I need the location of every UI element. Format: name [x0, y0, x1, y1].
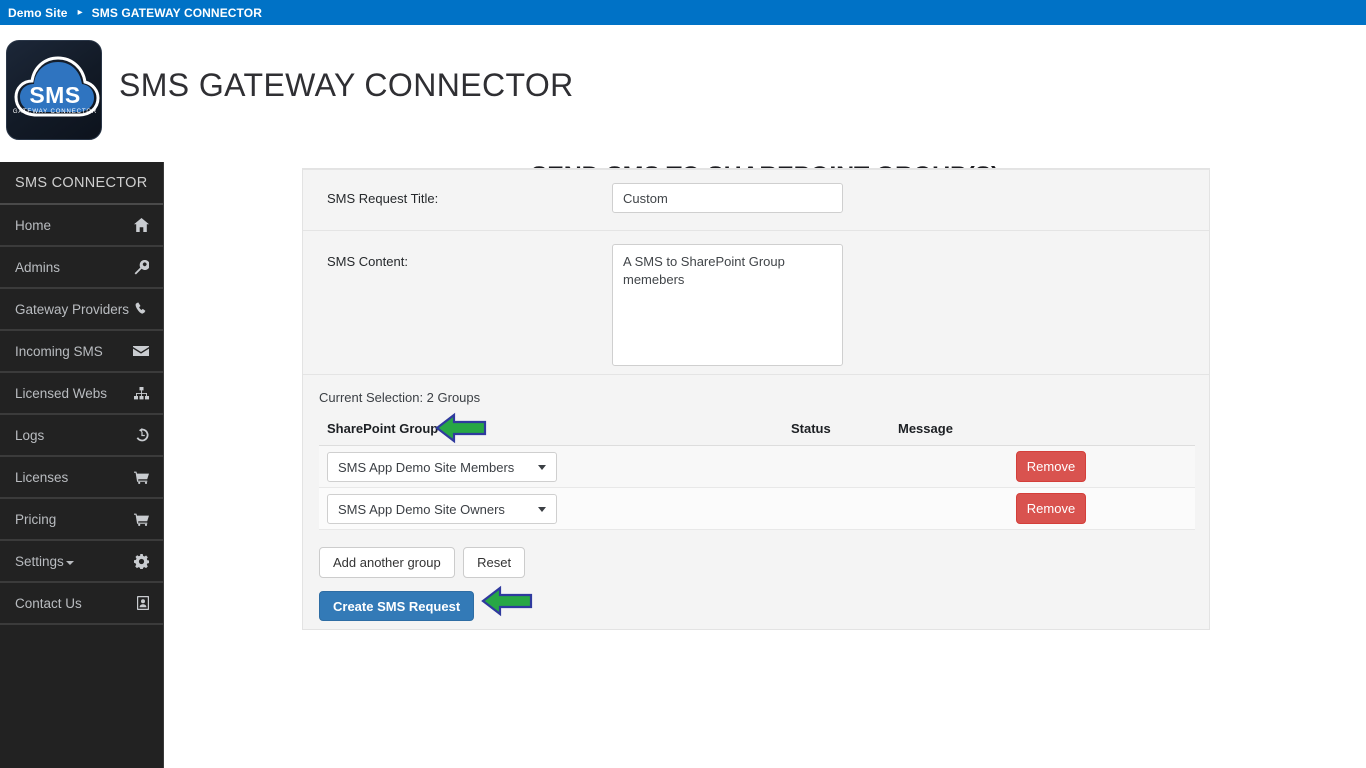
chevron-right-icon: ▸: [77, 6, 83, 18]
group-select-dropdown[interactable]: SMS App Demo Site Members: [327, 452, 557, 482]
sms-content-label: SMS Content:: [327, 254, 408, 269]
svg-text:GATEWAY CONNECTOR: GATEWAY CONNECTOR: [13, 109, 97, 115]
sms-cloud-logo[interactable]: SMS GATEWAY CONNECTOR: [6, 40, 102, 140]
remove-group-button[interactable]: Remove: [1016, 493, 1086, 524]
breadcrumb-current-page: SMS GATEWAY CONNECTOR: [91, 5, 262, 20]
cart-icon: [131, 471, 149, 484]
sidebar-heading: SMS CONNECTOR: [0, 162, 163, 205]
sms-content-row: SMS Content: A SMS to SharePoint Group m…: [303, 231, 1209, 375]
column-header-group: SharePoint Group: [327, 421, 439, 436]
svg-text:SMS: SMS: [29, 82, 80, 108]
sidebar-item-label: Logs: [15, 427, 45, 443]
table-row: SMS App Demo Site Owners Remove: [319, 488, 1195, 530]
add-another-group-button[interactable]: Add another group: [319, 547, 455, 578]
sidebar-item-settings[interactable]: Settings: [0, 541, 163, 583]
chevron-down-icon: [538, 506, 546, 512]
sidebar-item-incoming-sms[interactable]: Incoming SMS: [0, 331, 163, 373]
envelope-icon: [131, 345, 149, 357]
sidebar-item-label: Home: [15, 217, 52, 233]
sms-content-textarea[interactable]: A SMS to SharePoint Group memebers: [612, 244, 843, 366]
current-selection-text: Current Selection: 2 Groups: [319, 390, 481, 405]
reset-button[interactable]: Reset: [463, 547, 526, 578]
group-select-dropdown[interactable]: SMS App Demo Site Owners: [327, 494, 557, 524]
arrow-pointing-to-create-sms-request: [481, 585, 533, 622]
secondary-button-row: Add another group Reset: [319, 547, 529, 578]
cart-icon: [131, 513, 149, 526]
remove-group-button[interactable]: Remove: [1016, 451, 1086, 482]
breadcrumb-site-link[interactable]: Demo Site: [8, 6, 68, 20]
sidebar-item-admins[interactable]: Admins: [0, 247, 163, 289]
sidebar-item-pricing[interactable]: Pricing: [0, 499, 163, 541]
sidebar-item-contact-us[interactable]: Contact Us: [0, 583, 163, 625]
sidebar: SMS CONNECTOR Home Admins Gateway Provid…: [0, 162, 164, 768]
phone-icon: [131, 302, 149, 316]
sms-title-row: SMS Request Title:: [303, 169, 1209, 231]
sidebar-item-label: Gateway Providers: [15, 301, 130, 317]
sidebar-item-label: Incoming SMS: [15, 343, 103, 359]
sidebar-item-gateway-providers[interactable]: Gateway Providers: [0, 289, 163, 331]
sidebar-item-label: Settings: [15, 554, 131, 569]
sidebar-item-licensed-webs[interactable]: Licensed Webs: [0, 373, 163, 415]
column-header-status: Status: [791, 421, 831, 436]
home-icon: [131, 218, 149, 232]
sms-request-panel: SMS Request Title: SMS Content: A SMS to…: [302, 168, 1210, 630]
site-header: SMS GATEWAY CONNECTOR SMS GATEWAY CONNEC…: [0, 25, 1366, 162]
wrench-icon: [131, 259, 149, 275]
sidebar-item-licenses[interactable]: Licenses: [0, 457, 163, 499]
sms-title-input[interactable]: [612, 183, 843, 213]
create-sms-request-button[interactable]: Create SMS Request: [319, 591, 475, 621]
address-book-icon: [131, 596, 149, 610]
sitemap-icon: [131, 386, 149, 400]
sms-title-label: SMS Request Title:: [327, 191, 439, 206]
table-row: SMS App Demo Site Members Remove: [319, 446, 1195, 488]
sidebar-item-logs[interactable]: Logs: [0, 415, 163, 457]
sidebar-item-home[interactable]: Home: [0, 205, 163, 247]
sidebar-item-label: Pricing: [15, 511, 57, 527]
sidebar-item-label: Licensed Webs: [15, 385, 108, 401]
group-select-value: SMS App Demo Site Members: [338, 459, 515, 475]
main-content: SEND SMS TO SHAREPOINT GROUP(S) SMS Requ…: [164, 162, 1366, 768]
chevron-down-icon: [538, 464, 546, 470]
column-header-message: Message: [898, 421, 953, 436]
chevron-down-icon: [65, 560, 74, 565]
history-icon: [131, 428, 149, 442]
group-select-value: SMS App Demo Site Owners: [338, 501, 505, 517]
arrow-pointing-to-sharepoint-group-header: [435, 412, 487, 449]
sidebar-item-label: Licenses: [15, 469, 69, 485]
sidebar-item-label: Admins: [15, 259, 61, 275]
breadcrumb-bar: Demo Site ▸ SMS GATEWAY CONNECTOR: [0, 0, 1366, 25]
sidebar-item-label: Contact Us: [15, 595, 82, 611]
gear-icon: [131, 553, 149, 569]
page-title: SMS GATEWAY CONNECTOR: [119, 67, 574, 103]
